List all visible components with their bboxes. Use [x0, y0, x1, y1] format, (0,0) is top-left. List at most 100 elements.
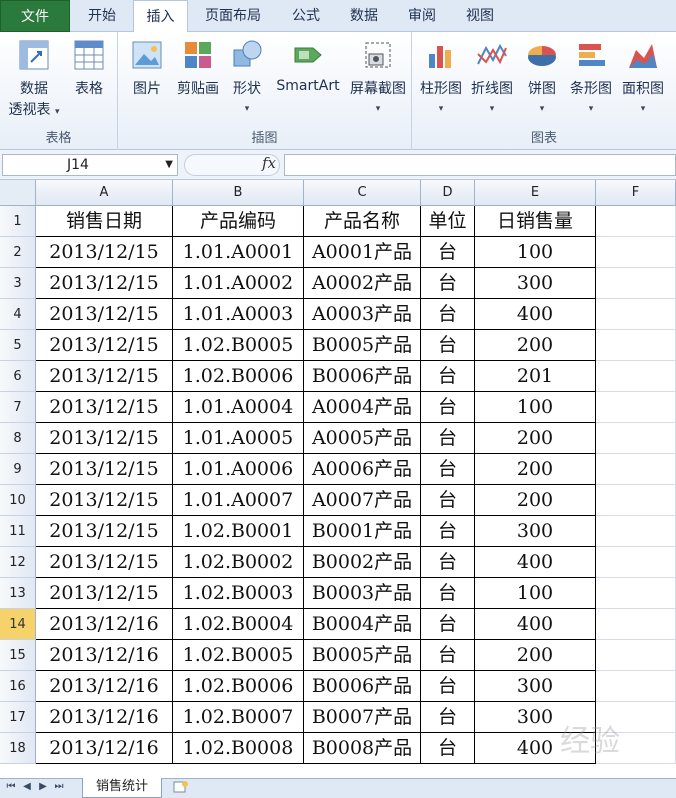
column-header-f[interactable]: F [596, 180, 676, 206]
cell-a[interactable]: 2013/12/15 [36, 423, 173, 454]
cell-f[interactable] [596, 609, 676, 640]
cell-a[interactable]: 2013/12/16 [36, 640, 173, 671]
sheet-tab-sales[interactable]: 销售统计 [82, 778, 162, 798]
cell-a[interactable]: 2013/12/15 [36, 299, 173, 330]
row-header[interactable]: 9 [0, 454, 36, 485]
picture-button[interactable]: 图片 [124, 36, 170, 98]
cell-f[interactable] [596, 485, 676, 516]
cell-c[interactable]: B0006产品 [304, 671, 421, 702]
cell-a[interactable]: 2013/12/15 [36, 361, 173, 392]
cell-b[interactable]: 1.02.B0004 [173, 609, 304, 640]
cell-a[interactable]: 2013/12/15 [36, 392, 173, 423]
cell-e[interactable]: 100 [475, 578, 596, 609]
row-header[interactable]: 18 [0, 733, 36, 764]
cell-a[interactable]: 2013/12/15 [36, 578, 173, 609]
row-header[interactable]: 14 [0, 609, 36, 640]
row-header[interactable]: 3 [0, 268, 36, 299]
cell-b[interactable]: 1.01.A0003 [173, 299, 304, 330]
cell-f[interactable] [596, 547, 676, 578]
cell-d[interactable]: 台 [421, 516, 475, 547]
cell-d[interactable]: 台 [421, 547, 475, 578]
cell-d[interactable]: 台 [421, 237, 475, 268]
worksheet-grid[interactable]: A B C D E F 1 销售日期 产品编码 产品名称 单位 日销售量 2 2013/12/… [0, 180, 676, 778]
column-header-b[interactable]: B [173, 180, 304, 206]
smartart-button[interactable]: SmartArt [272, 36, 344, 94]
cell-c[interactable]: B0005产品 [304, 640, 421, 671]
cell-c[interactable]: B0003产品 [304, 578, 421, 609]
cell-c[interactable]: A0007产品 [304, 485, 421, 516]
cell-e[interactable]: 100 [475, 237, 596, 268]
cell-b[interactable]: 1.01.A0002 [173, 268, 304, 299]
cell-e[interactable]: 300 [475, 268, 596, 299]
cell-c[interactable]: B0005产品 [304, 330, 421, 361]
cell-c[interactable]: A0004产品 [304, 392, 421, 423]
cell-e[interactable]: 300 [475, 702, 596, 733]
cell-e[interactable]: 200 [475, 640, 596, 671]
tab-review[interactable]: 审阅 [394, 0, 450, 32]
cell-f[interactable] [596, 516, 676, 547]
cell-c[interactable]: A0001产品 [304, 237, 421, 268]
cell-c[interactable]: B0007产品 [304, 702, 421, 733]
cell-b[interactable]: 1.02.B0005 [173, 330, 304, 361]
cell-b[interactable]: 1.02.B0005 [173, 640, 304, 671]
cell-e[interactable]: 300 [475, 671, 596, 702]
formula-input[interactable] [284, 154, 676, 176]
cell-c[interactable]: B0002产品 [304, 547, 421, 578]
cell-c[interactable]: B0008产品 [304, 733, 421, 764]
cell-d[interactable]: 台 [421, 392, 475, 423]
last-sheet-icon[interactable]: ⏭ [52, 781, 66, 792]
tab-view[interactable]: 视图 [452, 0, 508, 32]
cell-d[interactable]: 台 [421, 485, 475, 516]
row-header[interactable]: 1 [0, 206, 36, 237]
cell-f[interactable] [596, 702, 676, 733]
row-header[interactable]: 15 [0, 640, 36, 671]
cell-a[interactable]: 2013/12/15 [36, 485, 173, 516]
cell-a[interactable]: 2013/12/16 [36, 609, 173, 640]
cell-d[interactable]: 台 [421, 640, 475, 671]
cell-a[interactable]: 2013/12/15 [36, 516, 173, 547]
cell-f[interactable] [596, 268, 676, 299]
cell-f[interactable] [596, 671, 676, 702]
cell-d[interactable]: 台 [421, 268, 475, 299]
cell-f[interactable] [596, 454, 676, 485]
row-header[interactable]: 2 [0, 237, 36, 268]
cell-d[interactable]: 台 [421, 578, 475, 609]
cell-e[interactable]: 100 [475, 392, 596, 423]
select-all-corner[interactable] [0, 180, 36, 206]
cell-d[interactable]: 台 [421, 423, 475, 454]
column-header-d[interactable]: D [421, 180, 475, 206]
cell-e[interactable]: 日销售量 [475, 206, 596, 237]
row-header[interactable]: 4 [0, 299, 36, 330]
cell-b[interactable]: 1.01.A0005 [173, 423, 304, 454]
row-header[interactable]: 10 [0, 485, 36, 516]
cell-d[interactable]: 台 [421, 361, 475, 392]
line-chart-button[interactable]: 折线图 ▾ [468, 36, 516, 115]
cell-d[interactable]: 台 [421, 299, 475, 330]
cell-e[interactable]: 300 [475, 516, 596, 547]
cell-b[interactable]: 1.02.B0001 [173, 516, 304, 547]
cell-d[interactable]: 台 [421, 454, 475, 485]
cell-e[interactable]: 400 [475, 547, 596, 578]
chevron-down-icon[interactable]: ▼ [165, 155, 173, 175]
cell-f[interactable] [596, 578, 676, 609]
cell-f[interactable] [596, 299, 676, 330]
cell-b[interactable]: 1.02.B0006 [173, 361, 304, 392]
cell-c[interactable]: A0006产品 [304, 454, 421, 485]
row-header[interactable]: 5 [0, 330, 36, 361]
cell-c[interactable]: B0001产品 [304, 516, 421, 547]
cell-b[interactable]: 1.01.A0006 [173, 454, 304, 485]
row-header[interactable]: 6 [0, 361, 36, 392]
cell-b[interactable]: 1.01.A0004 [173, 392, 304, 423]
row-header[interactable]: 12 [0, 547, 36, 578]
cell-e[interactable]: 400 [475, 609, 596, 640]
cell-a[interactable]: 销售日期 [36, 206, 173, 237]
shapes-button[interactable]: 形状 ▾ [226, 36, 268, 115]
pivot-table-button[interactable]: 数据 透视表 ▾ [4, 36, 64, 119]
bar-chart-button[interactable]: 条形图 ▾ [566, 36, 616, 115]
cell-c[interactable]: A0003产品 [304, 299, 421, 330]
cell-a[interactable]: 2013/12/15 [36, 237, 173, 268]
screenshot-button[interactable]: 屏幕截图 ▾ [346, 36, 410, 115]
cell-d[interactable]: 台 [421, 671, 475, 702]
tab-insert[interactable]: 插入 [133, 0, 188, 33]
cell-a[interactable]: 2013/12/16 [36, 671, 173, 702]
